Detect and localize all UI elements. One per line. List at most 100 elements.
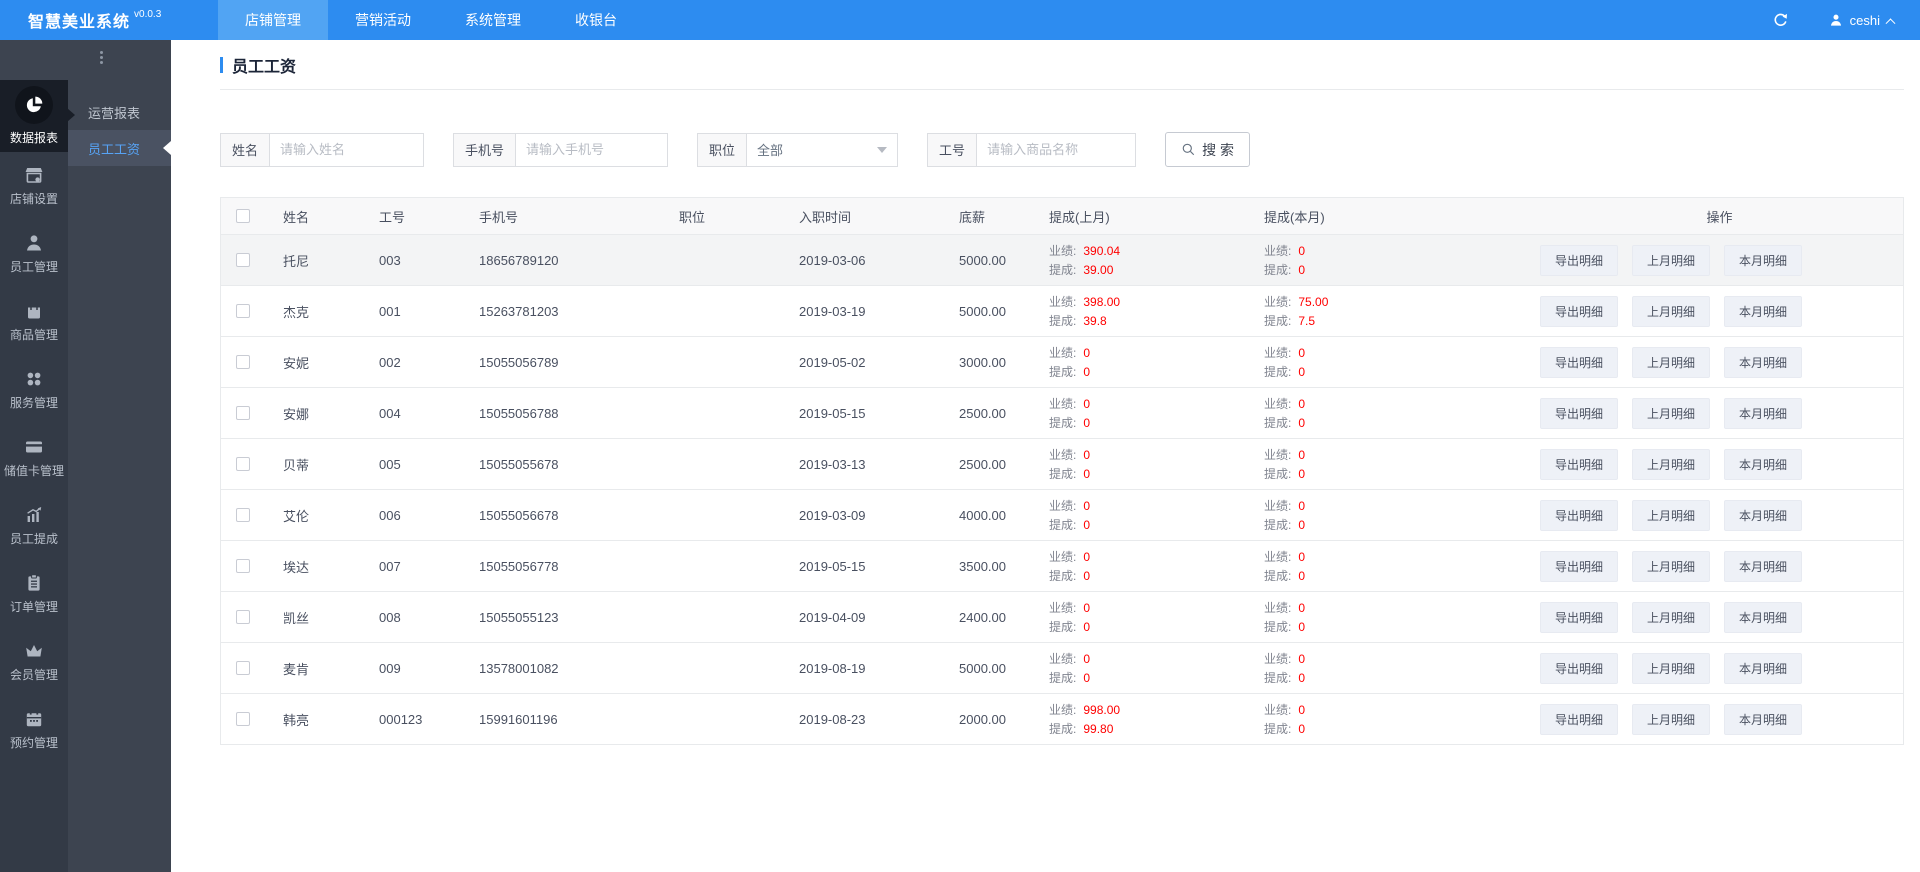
sidebar-item-employee-management[interactable]: 员工管理: [0, 220, 68, 288]
menu-item-system[interactable]: 系统管理: [438, 0, 548, 40]
sidebar-item-data-reports[interactable]: 数据报表: [0, 80, 75, 152]
chevron-down-icon: [877, 147, 888, 158]
last-month-detail-button[interactable]: 上月明细: [1632, 346, 1711, 378]
filter-position: 职位 全部: [697, 132, 899, 167]
last-month-commission: 业绩: 0 提成: 0: [1049, 549, 1091, 583]
select-all-checkbox[interactable]: [236, 209, 250, 223]
row-checkbox[interactable]: [236, 661, 250, 675]
this-month-detail-button[interactable]: 本月明细: [1724, 550, 1803, 582]
refresh-icon[interactable]: [1772, 12, 1789, 29]
table-row: 麦肯 009 13578001082 2019-08-19 5000.00 业绩…: [221, 642, 1903, 693]
row-checkbox[interactable]: [236, 406, 250, 420]
row-checkbox[interactable]: [236, 253, 250, 267]
this-month-detail-button[interactable]: 本月明细: [1724, 652, 1803, 684]
submenu-item-employee-salary[interactable]: 员工工资: [68, 130, 171, 166]
hire-date: 2019-03-19: [799, 303, 866, 319]
row-checkbox[interactable]: [236, 712, 250, 726]
last-month-detail-button[interactable]: 上月明细: [1632, 244, 1711, 276]
employee-id: 006: [379, 507, 401, 523]
export-detail-button[interactable]: 导出明细: [1540, 652, 1619, 684]
export-detail-button[interactable]: 导出明细: [1540, 244, 1619, 276]
submenu-item-operation-reports[interactable]: 运营报表: [68, 94, 171, 130]
sidebar-item-store-settings[interactable]: 店铺设置: [0, 152, 68, 220]
employee-name: 杰克: [283, 304, 310, 320]
last-month-detail-button[interactable]: 上月明细: [1632, 652, 1711, 684]
last-month-detail-button[interactable]: 上月明细: [1632, 397, 1711, 429]
user-menu[interactable]: ceshi: [1829, 13, 1896, 28]
last-month-performance-value: 0: [1083, 498, 1091, 513]
row-checkbox[interactable]: [236, 559, 250, 573]
more-dots-icon[interactable]: [100, 51, 103, 64]
last-month-detail-button[interactable]: 上月明细: [1632, 550, 1711, 582]
export-detail-button[interactable]: 导出明细: [1540, 550, 1619, 582]
this-month-detail-button[interactable]: 本月明细: [1724, 703, 1803, 735]
last-month-detail-button[interactable]: 上月明细: [1632, 601, 1711, 633]
export-detail-button[interactable]: 导出明细: [1540, 448, 1619, 480]
export-detail-button[interactable]: 导出明细: [1540, 703, 1619, 735]
this-month-detail-button[interactable]: 本月明细: [1724, 397, 1803, 429]
last-month-commission-value: 0: [1083, 568, 1091, 583]
menu-item-store-management[interactable]: 店铺管理: [218, 0, 328, 40]
navbar-right: ceshi: [1772, 0, 1920, 40]
name-input[interactable]: [269, 132, 425, 167]
sidebar-item-order-management[interactable]: 订单管理: [0, 560, 68, 628]
last-month-detail-button[interactable]: 上月明细: [1632, 499, 1711, 531]
base-salary: 3000.00: [959, 354, 1006, 370]
this-month-commission-value: 0: [1298, 364, 1306, 379]
this-month-performance-value: 0: [1298, 345, 1306, 360]
employee-id: 000123: [379, 711, 423, 727]
last-month-commission: 业绩: 0 提成: 0: [1049, 396, 1091, 430]
row-actions: 导出明细 上月明细 本月明细: [1536, 448, 1903, 480]
search-button[interactable]: 搜 索: [1165, 132, 1250, 167]
user-icon: [1830, 14, 1841, 26]
this-month-detail-button[interactable]: 本月明细: [1724, 244, 1803, 276]
sidebar-item-appointment-management[interactable]: 预约管理: [0, 696, 68, 764]
table-header-row: 姓名 工号 手机号 职位 入职时间 底薪 提成(上月) 提成(本月) 操作: [221, 198, 1903, 234]
table-row: 杰克 001 15263781203 2019-03-19 5000.00 业绩…: [221, 285, 1903, 336]
row-checkbox[interactable]: [236, 304, 250, 318]
last-month-commission-value: 0: [1083, 364, 1091, 379]
sidebar-item-member-management[interactable]: 会员管理: [0, 628, 68, 696]
this-month-detail-button[interactable]: 本月明细: [1724, 295, 1803, 327]
export-detail-button[interactable]: 导出明细: [1540, 295, 1619, 327]
row-checkbox[interactable]: [236, 457, 250, 471]
export-detail-button[interactable]: 导出明细: [1540, 499, 1619, 531]
base-salary: 3500.00: [959, 558, 1006, 574]
row-checkbox[interactable]: [236, 610, 250, 624]
sidebar-item-employee-commission[interactable]: 员工提成: [0, 492, 68, 560]
export-detail-button[interactable]: 导出明细: [1540, 397, 1619, 429]
last-month-commission: 业绩: 0 提成: 0: [1049, 345, 1091, 379]
last-month-detail-button[interactable]: 上月明细: [1632, 295, 1711, 327]
last-month-performance-value: 0: [1083, 651, 1091, 666]
employee-id-input[interactable]: [976, 132, 1137, 167]
this-month-commission-value: 0: [1298, 466, 1306, 481]
menu-item-marketing[interactable]: 营销活动: [328, 0, 438, 40]
export-detail-button[interactable]: 导出明细: [1540, 601, 1619, 633]
phone-input[interactable]: [515, 132, 669, 167]
export-detail-button[interactable]: 导出明细: [1540, 346, 1619, 378]
menu-item-cashier[interactable]: 收银台: [548, 0, 644, 40]
sidebar-item-service-management[interactable]: 服务管理: [0, 356, 68, 424]
employee-id: 005: [379, 456, 401, 472]
filter-phone: 手机号: [453, 132, 669, 167]
this-month-detail-button[interactable]: 本月明细: [1724, 601, 1803, 633]
search-icon: [1182, 143, 1195, 156]
last-month-performance-value: 398.00: [1083, 294, 1121, 309]
position-select[interactable]: 全部: [746, 132, 899, 167]
sidebar-item-product-management[interactable]: 商品管理: [0, 288, 68, 356]
table-row: 韩亮 000123 15991601196 2019-08-23 2000.00…: [221, 693, 1903, 744]
this-month-detail-button[interactable]: 本月明细: [1724, 346, 1803, 378]
employee-phone: 15263781203: [479, 303, 559, 319]
row-checkbox[interactable]: [236, 355, 250, 369]
col-header-last-month: 提成(上月): [1049, 209, 1110, 225]
storefront-icon: [25, 168, 43, 183]
this-month-commission: 业绩: 0 提成: 0: [1264, 243, 1306, 277]
this-month-detail-button[interactable]: 本月明细: [1724, 499, 1803, 531]
last-month-detail-button[interactable]: 上月明细: [1632, 703, 1711, 735]
sidebar-item-stored-value-card[interactable]: 储值卡管理: [0, 424, 68, 492]
this-month-detail-button[interactable]: 本月明细: [1724, 448, 1803, 480]
hire-date: 2019-08-23: [799, 711, 866, 727]
last-month-detail-button[interactable]: 上月明细: [1632, 448, 1711, 480]
row-checkbox[interactable]: [236, 508, 250, 522]
this-month-commission-value: 0: [1298, 721, 1306, 736]
